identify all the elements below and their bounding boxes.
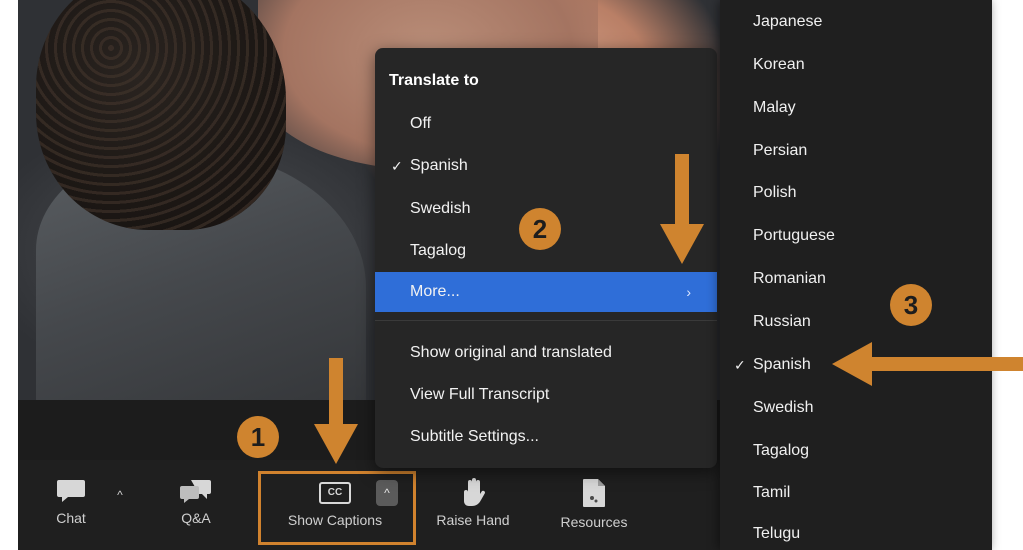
resources-label: Resources <box>560 514 628 530</box>
participant-hair <box>36 0 286 230</box>
arrow-down-annotation-icon <box>314 358 358 464</box>
screenshot-stage: Chat ^ Q&A CC Show Captions ^ Raise Hand… <box>0 0 1023 550</box>
chat-button[interactable]: Chat <box>48 478 94 526</box>
step-3-badge: 3 <box>890 284 932 326</box>
language-item-korean[interactable]: Korean <box>720 45 992 85</box>
menu-item-more[interactable]: More... › <box>375 272 717 312</box>
language-item-malay[interactable]: Malay <box>720 88 992 128</box>
translate-menu-heading: Translate to <box>389 72 479 89</box>
language-item-polish[interactable]: Polish <box>720 173 992 213</box>
hand-icon <box>464 478 486 506</box>
language-item-portuguese[interactable]: Portuguese <box>720 216 992 256</box>
step-1-badge: 1 <box>237 416 279 458</box>
left-margin <box>0 0 18 550</box>
menu-item-view-full-transcript[interactable]: View Full Transcript <box>375 375 717 415</box>
chat-label: Chat <box>56 510 86 526</box>
document-icon <box>583 479 605 507</box>
step-2-badge: 2 <box>519 208 561 250</box>
arrow-left-annotation-icon <box>832 342 1023 386</box>
checkmark-icon: ✓ <box>391 158 403 174</box>
chat-icon <box>57 480 85 502</box>
language-item-telugu[interactable]: Telugu <box>720 514 992 550</box>
language-item-swedish[interactable]: Swedish <box>720 388 992 428</box>
menu-item-show-original-and-translated[interactable]: Show original and translated <box>375 333 717 373</box>
raise-hand-label: Raise Hand <box>436 512 510 528</box>
languages-submenu: Japanese Korean Malay Persian Polish Por… <box>720 0 992 550</box>
chevron-right-icon: › <box>686 284 691 300</box>
language-item-persian[interactable]: Persian <box>720 131 992 171</box>
captions-highlight-annotation <box>258 471 416 545</box>
raise-hand-button[interactable]: Raise Hand <box>424 478 522 528</box>
menu-divider <box>375 320 717 321</box>
qa-label: Q&A <box>181 510 211 526</box>
language-item-tamil[interactable]: Tamil <box>720 473 992 513</box>
language-item-japanese[interactable]: Japanese <box>720 2 992 42</box>
language-item-romanian[interactable]: Romanian <box>720 259 992 299</box>
resources-button[interactable]: Resources <box>546 478 642 530</box>
arrow-down-annotation-icon <box>660 154 704 264</box>
language-item-russian[interactable]: Russian <box>720 302 992 342</box>
menu-item-off[interactable]: Off <box>375 104 717 144</box>
qa-button[interactable]: Q&A <box>172 478 220 526</box>
language-item-tagalog[interactable]: Tagalog <box>720 431 992 471</box>
checkmark-icon: ✓ <box>734 357 746 373</box>
menu-item-subtitle-settings[interactable]: Subtitle Settings... <box>375 417 717 457</box>
chat-options-chevron-up-icon[interactable]: ^ <box>112 487 128 503</box>
qa-icon <box>180 480 211 503</box>
